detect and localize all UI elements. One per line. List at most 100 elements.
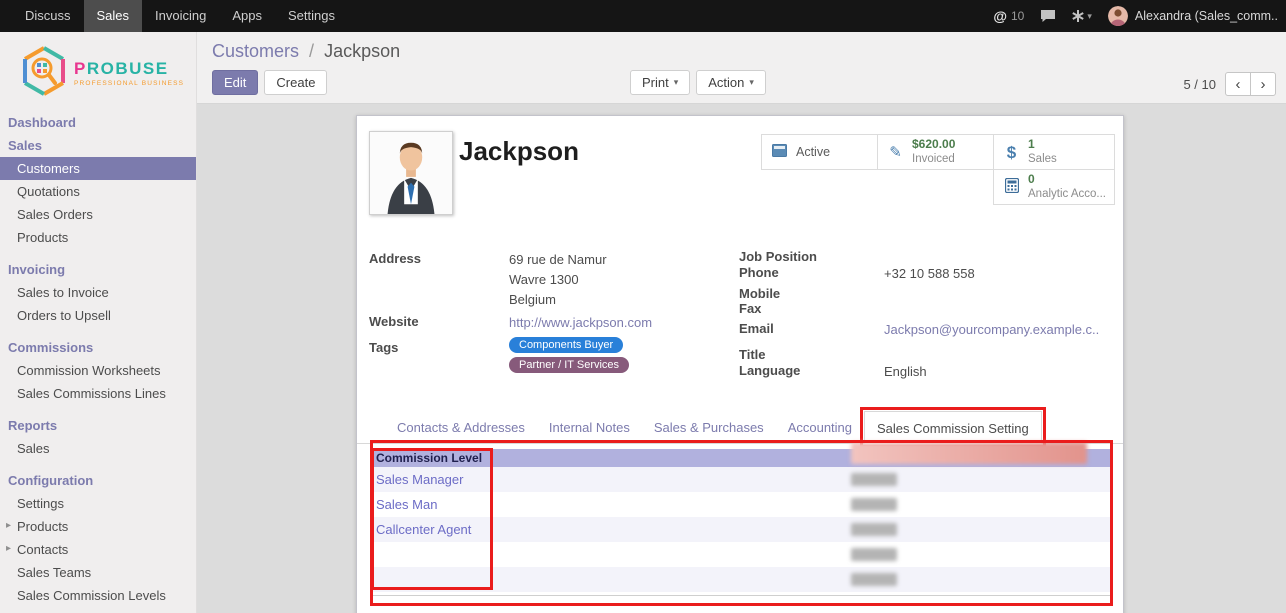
address-label: Address (369, 251, 421, 266)
print-label: Print (642, 75, 669, 90)
analytic-accounts-button[interactable]: 0 Analytic Acco... (993, 169, 1115, 205)
expand-arrow-icon[interactable]: ▸ (6, 543, 11, 554)
sales-count-value: 1 (1028, 137, 1057, 152)
table-footer-line (372, 605, 1112, 606)
pencil-icon: ✎ (886, 145, 905, 160)
create-button[interactable]: Create (264, 70, 327, 95)
tab-accounting[interactable]: Accounting (776, 411, 864, 443)
invoiced-label: Invoiced (912, 152, 955, 166)
print-dropdown[interactable]: Print ▾ (630, 70, 690, 95)
menu-apps[interactable]: Apps (219, 0, 275, 32)
sidebar: PROBUSE PROFESSIONAL BUSINESS Dashboard … (0, 32, 197, 613)
sidebar-section-sales[interactable]: Sales (0, 134, 196, 157)
invoiced-button[interactable]: ✎ $620.00 Invoiced (877, 134, 994, 170)
title-label: Title (739, 347, 766, 362)
topbar: Discuss Sales Invoicing Apps Settings @ … (0, 0, 1286, 32)
sidebar-item-sales-orders[interactable]: Sales Orders (0, 203, 196, 226)
action-dropdown[interactable]: Action ▾ (696, 70, 766, 95)
breadcrumb-customers[interactable]: Customers (212, 41, 299, 61)
sidebar-section-invoicing[interactable]: Invoicing (0, 258, 196, 281)
sidebar-item-sales-commission-levels[interactable]: Sales Commission Levels (0, 584, 196, 607)
menu-discuss[interactable]: Discuss (12, 0, 84, 32)
app-window: Discuss Sales Invoicing Apps Settings @ … (0, 0, 1286, 613)
action-label: Action (708, 75, 744, 90)
tab-contacts-addresses[interactable]: Contacts & Addresses (385, 411, 537, 443)
debug-menu-icon[interactable]: ▾ (1072, 10, 1092, 22)
pager-previous-button[interactable]: ‹ (1225, 72, 1251, 96)
commission-level-cell: Callcenter Agent (372, 522, 471, 537)
column-header-commission-level[interactable]: Commission Level (372, 449, 851, 467)
commission-level-cell: Sales Manager (372, 472, 463, 487)
sidebar-item-label: Contacts (17, 542, 68, 557)
analytic-label: Analytic Acco... (1028, 187, 1106, 201)
breadcrumb-separator: / (309, 41, 314, 61)
mention-count: 10 (1011, 9, 1024, 23)
active-button[interactable]: Active (761, 134, 878, 170)
customer-form-sheet: Jackpson Active ✎ $620.00 Invoiced (356, 115, 1124, 613)
customer-photo (369, 131, 453, 215)
mentions-button[interactable]: @ 10 (993, 8, 1024, 24)
control-panel: Customers / Jackpson Edit Create Print ▾… (197, 32, 1286, 104)
pager-next-button[interactable]: › (1250, 72, 1276, 96)
sidebar-item-sales-commissions-lines[interactable]: Sales Commissions Lines (0, 382, 196, 405)
sidebar-item-commission-worksheets[interactable]: Commission Worksheets (0, 359, 196, 382)
sales-count-label: Sales (1028, 152, 1057, 166)
sidebar-section-dashboard[interactable]: Dashboard (0, 111, 196, 134)
at-icon: @ (993, 8, 1007, 24)
redacted-cell (851, 473, 897, 486)
chat-icon[interactable] (1040, 9, 1056, 23)
sidebar-item-sales-teams[interactable]: Sales Teams (0, 561, 196, 584)
sidebar-item-orders-to-upsell[interactable]: Orders to Upsell (0, 304, 196, 327)
sidebar-item-customers[interactable]: Customers (0, 157, 196, 180)
expand-arrow-icon[interactable]: ▸ (6, 520, 11, 531)
table-row-callcenter-agent[interactable]: Callcenter Agent (372, 517, 1112, 542)
sidebar-item-products[interactable]: Products (0, 226, 196, 249)
sidebar-section-commissions[interactable]: Commissions (0, 336, 196, 359)
breadcrumb: Customers / Jackpson (212, 41, 400, 62)
table-row-sales-manager[interactable]: Sales Manager (372, 467, 1112, 492)
menu-settings[interactable]: Settings (275, 0, 348, 32)
tab-sales-purchases[interactable]: Sales & Purchases (642, 411, 776, 443)
user-menu[interactable]: Alexandra (Sales_comm.. (1108, 6, 1278, 26)
menu-invoicing[interactable]: Invoicing (142, 0, 219, 32)
sales-count-button[interactable]: $ 1 Sales (993, 134, 1115, 170)
sidebar-item-settings[interactable]: Settings (0, 492, 196, 515)
menu-sales[interactable]: Sales (84, 0, 143, 32)
sidebar-item-sales-to-invoice[interactable]: Sales to Invoice (0, 281, 196, 304)
sidebar-item-reports-sales[interactable]: Sales (0, 437, 196, 460)
website-label: Website (369, 314, 419, 329)
tags-label: Tags (369, 340, 398, 355)
logo-tagline: PROFESSIONAL BUSINESS (74, 80, 184, 87)
fax-label: Fax (739, 301, 761, 316)
redacted-header-highlight (851, 442, 1087, 464)
topbar-right: @ 10 ▾ Alexandra (Sales_comm.. (993, 6, 1286, 26)
caret-down-icon: ▾ (674, 77, 679, 88)
calculator-icon (1002, 178, 1021, 196)
table-row-empty[interactable] (372, 567, 1112, 592)
sidebar-section-configuration[interactable]: Configuration (0, 469, 196, 492)
tab-internal-notes[interactable]: Internal Notes (537, 411, 642, 443)
phone-label: Phone (739, 265, 779, 280)
sidebar-item-config-products[interactable]: ▸ Products (0, 515, 196, 538)
table-row-empty[interactable] (372, 542, 1112, 567)
user-name: Alexandra (Sales_comm.. (1135, 9, 1278, 23)
tag-partner-it-services: Partner / IT Services (509, 357, 629, 373)
user-avatar (1108, 6, 1128, 26)
sidebar-section-reports[interactable]: Reports (0, 414, 196, 437)
sidebar-item-config-contacts[interactable]: ▸ Contacts (0, 538, 196, 561)
notebook-tabs: Contacts & Addresses Internal Notes Sale… (357, 411, 1123, 444)
tab-sales-commission-setting[interactable]: Sales Commission Setting (864, 411, 1042, 444)
content-area: Jackpson Active ✎ $620.00 Invoiced (197, 104, 1286, 613)
sidebar-item-quotations[interactable]: Quotations (0, 180, 196, 203)
table-row-sales-man[interactable]: Sales Man (372, 492, 1112, 517)
address-city: Wavre 1300 (509, 272, 579, 287)
address-street: 69 rue de Namur (509, 252, 607, 267)
edit-button[interactable]: Edit (212, 70, 258, 95)
website-link[interactable]: http://www.jackpson.com (509, 315, 652, 330)
main-area: Customers / Jackpson Edit Create Print ▾… (197, 32, 1286, 613)
invoiced-value: $620.00 (912, 137, 955, 152)
dollar-icon: $ (1002, 144, 1021, 161)
chevron-left-icon: ‹ (1236, 76, 1241, 93)
active-label: Active (796, 145, 830, 159)
email-link[interactable]: Jackpson@yourcompany.example.c.. (884, 322, 1099, 337)
